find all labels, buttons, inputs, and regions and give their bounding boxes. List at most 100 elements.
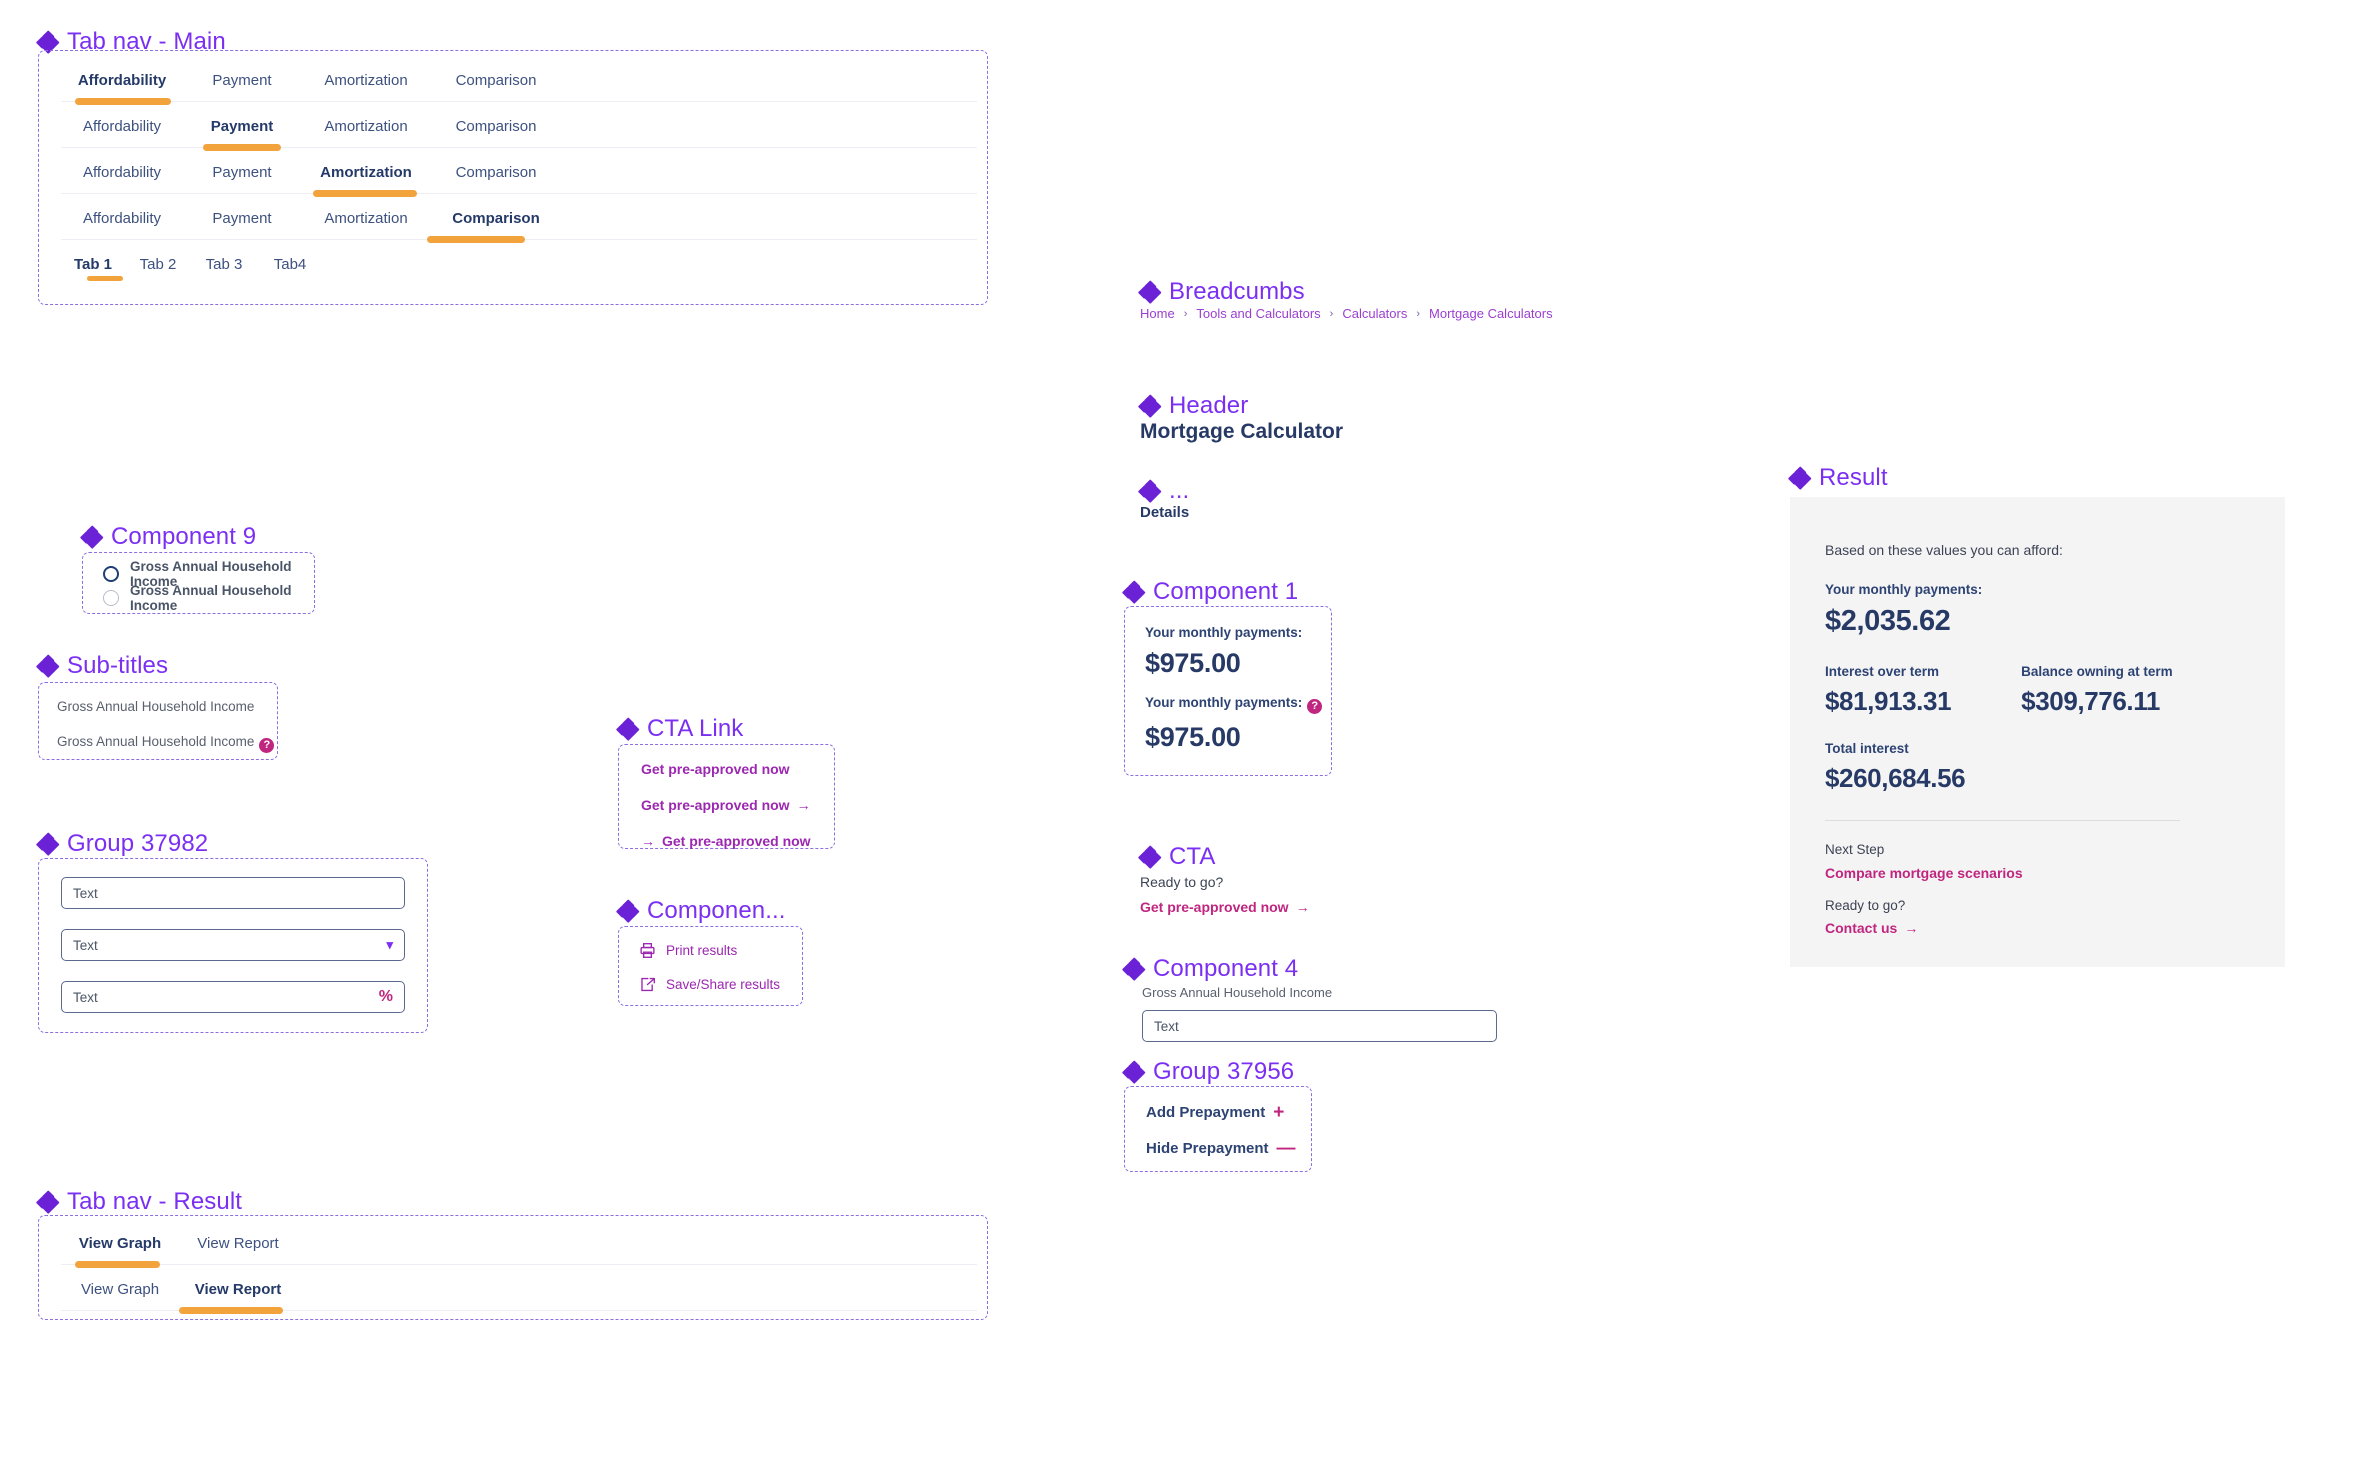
help-icon[interactable]: ? (259, 738, 275, 753)
subtitles-heading: Sub-titles (36, 652, 169, 680)
diamond-icon (1122, 580, 1146, 604)
result-stat-value: $81,913.31 (1825, 686, 1952, 716)
add-prepayment-button[interactable]: Add Prepayment + (1146, 1103, 1311, 1122)
text-input-1-value: Text (73, 885, 98, 901)
breadcrumb: Home › Tools and Calculators › Calculato… (1140, 306, 1553, 321)
tab-affordability[interactable]: Affordability (61, 210, 183, 227)
cta-link-trailing-arrow[interactable]: Get pre-approved now → (641, 797, 834, 813)
result-contact-us-link[interactable]: Contact us → (1825, 920, 2250, 936)
breadcrumb-item-mortgage-calculators[interactable]: Mortgage Calculators (1429, 306, 1553, 321)
cta-link-title: CTA Link (647, 715, 744, 742)
arrow-right-icon: → (796, 797, 811, 813)
help-icon[interactable]: ? (1307, 699, 1323, 714)
diamond-icon (616, 899, 640, 923)
breadcrumb-item-calculators[interactable]: Calculators (1342, 306, 1407, 321)
diamond-icon (36, 1190, 60, 1214)
tab-baseline (61, 100, 977, 102)
tab-1[interactable]: Tab 1 (61, 256, 125, 273)
diamond-icon (1138, 479, 1162, 503)
tab-comparison[interactable]: Comparison (431, 164, 561, 181)
select-input-value: Text (73, 937, 98, 953)
cta-get-preapproved-link[interactable]: Get pre-approved now → (1140, 899, 1310, 915)
tab-payment[interactable]: Payment (183, 164, 301, 181)
component4-text-input[interactable]: Text (1142, 1010, 1497, 1042)
group37956-heading: Group 37956 (1122, 1058, 1294, 1086)
component4-title: Component 4 (1153, 955, 1299, 982)
component1-heading: Component 1 (1122, 578, 1298, 606)
select-input[interactable]: Text ▾ (61, 929, 405, 961)
tab-2[interactable]: Tab 2 (125, 256, 191, 273)
tab-affordability[interactable]: Affordability (61, 72, 183, 89)
save-share-results-link[interactable]: Save/Share results (639, 976, 802, 993)
cta-link-plain[interactable]: Get pre-approved now (641, 761, 834, 777)
tab-view-report[interactable]: View Report (179, 1235, 297, 1252)
radio-icon-unselected[interactable] (103, 590, 119, 606)
cta-link-heading: CTA Link (616, 715, 744, 743)
header-title: Header (1169, 392, 1249, 419)
result-ready-label: Ready to go? (1825, 898, 1906, 913)
tab-4[interactable]: Tab4 (257, 256, 323, 273)
tab-view-graph[interactable]: View Graph (61, 1235, 179, 1252)
component1-container: Your monthly payments: $975.00 Your mont… (1124, 606, 1332, 776)
chevron-down-icon[interactable]: ▾ (386, 937, 393, 953)
percent-input[interactable]: Text % (61, 981, 405, 1013)
result-compare-scenarios-link[interactable]: Compare mortgage scenarios (1825, 865, 2250, 881)
tab-payment[interactable]: Payment (183, 210, 301, 227)
tab-affordability[interactable]: Affordability (61, 164, 183, 181)
tab-nav-result-container: View Graph View Report View Graph View R… (38, 1215, 988, 1320)
print-results-link[interactable]: Print results (639, 942, 802, 959)
radio-icon-selected[interactable] (103, 566, 119, 582)
monthly-payments-amount-2: $975.00 (1145, 722, 1241, 752)
result-panel: Based on these values you can afford: Yo… (1790, 497, 2285, 967)
tab-view-graph[interactable]: View Graph (61, 1281, 179, 1298)
monthly-payments-amount-1: $975.00 (1145, 648, 1241, 678)
group37982-title: Group 37982 (67, 830, 209, 857)
cta-link-trailing-label: Get pre-approved now (641, 797, 790, 813)
tab-comparison[interactable]: Comparison (431, 118, 561, 135)
diamond-icon (1138, 280, 1162, 304)
text-input-1[interactable]: Text (61, 877, 405, 909)
tab-row-affordability-active: Affordability Payment Amortization Compa… (39, 63, 987, 109)
result-monthly-value: $2,035.62 (1825, 605, 1951, 637)
tab-amortization[interactable]: Amortization (301, 164, 431, 181)
tab-baseline (61, 1263, 977, 1265)
radio-option-2[interactable]: Gross Annual Household Income (103, 583, 314, 613)
cta-link-label: Get pre-approved now (1140, 899, 1289, 915)
tab-row-amortization-active: Affordability Payment Amortization Compa… (39, 155, 987, 201)
tab-nav-result-heading: Tab nav - Result (36, 1188, 242, 1216)
tab-3[interactable]: Tab 3 (191, 256, 257, 273)
tab-payment[interactable]: Payment (183, 72, 301, 89)
header-heading: Header (1138, 392, 1249, 420)
monthly-payments-label-2: Your monthly payments:? (1145, 695, 1331, 714)
tab-row-view-report-active: View Graph View Report (39, 1272, 987, 1318)
component4-heading: Component 4 (1122, 955, 1299, 983)
cta-link-leading-arrow[interactable]: → Get pre-approved now (641, 833, 834, 849)
arrow-right-icon: → (1295, 899, 1310, 915)
tab-baseline (61, 192, 977, 194)
tab-amortization[interactable]: Amortization (301, 118, 431, 135)
breadcrumb-item-tools-and-calculators[interactable]: Tools and Calculators (1196, 306, 1320, 321)
breadcrumb-item-home[interactable]: Home (1140, 306, 1175, 321)
tab-view-report[interactable]: View Report (179, 1281, 297, 1298)
tab-active-underline (313, 189, 417, 197)
breadcrumbs-heading: Breadcumbs (1138, 278, 1305, 306)
result-total-interest-label: Total interest (1825, 741, 1909, 756)
subtitles-title: Sub-titles (67, 652, 169, 679)
diamond-icon (1122, 957, 1146, 981)
tab-comparison[interactable]: Comparison (431, 210, 561, 227)
diamond-icon (36, 654, 60, 678)
hide-prepayment-button[interactable]: Hide Prepayment — (1146, 1139, 1311, 1158)
tab-comparison[interactable]: Comparison (431, 72, 561, 89)
tab-affordability[interactable]: Affordability (61, 118, 183, 135)
diamond-icon (1122, 1060, 1146, 1084)
tab-amortization[interactable]: Amortization (301, 210, 431, 227)
result-stat-interest-over-term: Interest over term $81,913.31 (1825, 664, 1952, 717)
component4-text-input-value: Text (1154, 1018, 1179, 1034)
tab-active-underline (427, 235, 525, 243)
percent-input-value: Text (73, 989, 98, 1005)
tab-payment[interactable]: Payment (183, 118, 301, 135)
diamond-icon (616, 717, 640, 741)
diamond-icon (36, 832, 60, 856)
tab-amortization[interactable]: Amortization (301, 72, 431, 89)
component4-field-label: Gross Annual Household Income (1142, 985, 1333, 1000)
